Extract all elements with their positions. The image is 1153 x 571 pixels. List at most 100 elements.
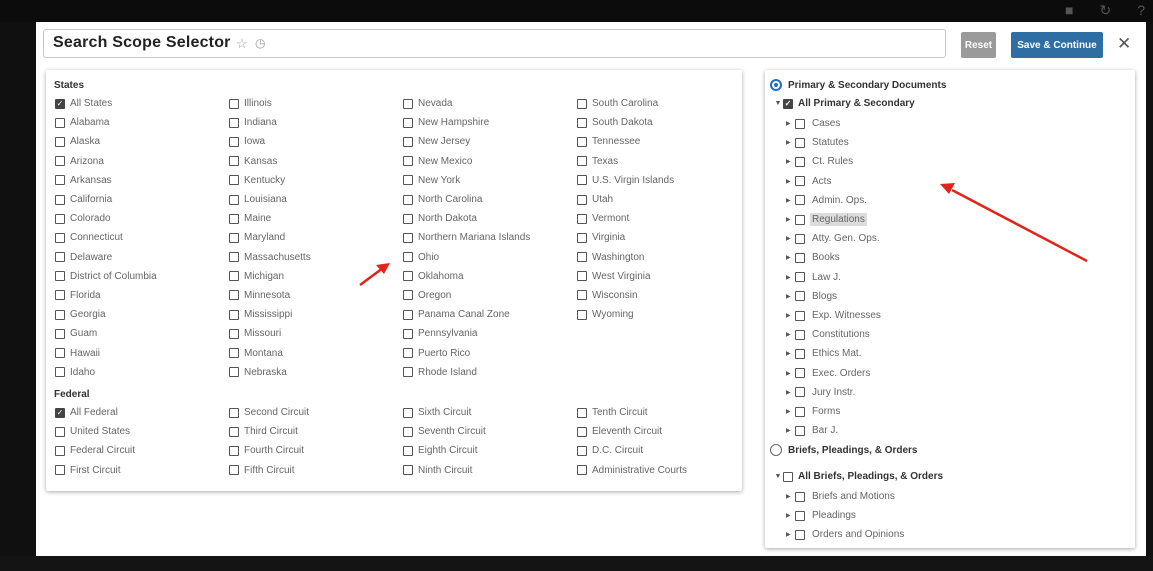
checkbox-second-circuit[interactable]: Second Circuit	[229, 403, 403, 422]
checkbox-box[interactable]	[403, 271, 413, 282]
checkbox-box[interactable]	[55, 98, 65, 109]
checkbox-box[interactable]	[577, 445, 587, 456]
tree-item-books[interactable]: ▶ Books	[786, 251, 842, 264]
checkbox-box[interactable]	[229, 117, 239, 128]
checkbox-fifth-circuit[interactable]: Fifth Circuit	[229, 461, 403, 480]
checkbox-box[interactable]	[55, 232, 65, 243]
caret-down-icon[interactable]: ▼	[773, 473, 783, 480]
checkbox-puerto-rico[interactable]: Puerto Rico	[403, 343, 577, 362]
checkbox-box[interactable]	[577, 117, 587, 128]
checkbox-box[interactable]	[55, 309, 65, 320]
checkbox-box[interactable]	[403, 98, 413, 109]
checkbox-hawaii[interactable]: Hawaii	[55, 343, 229, 362]
tree-item-regulations[interactable]: ▶ Regulations	[786, 213, 867, 226]
checkbox-box[interactable]	[577, 136, 587, 147]
checkbox-box[interactable]	[55, 367, 65, 378]
checkbox-box[interactable]	[795, 329, 805, 340]
checkbox-florida[interactable]: Florida	[55, 286, 229, 305]
radio-primary-secondary-documents[interactable]: Primary & Secondary Documents	[770, 79, 946, 91]
checkbox-box[interactable]	[795, 291, 805, 302]
tree-item-bar-j[interactable]: ▶ Bar J.	[786, 424, 840, 437]
checkbox-kentucky[interactable]: Kentucky	[229, 171, 403, 190]
checkbox-wyoming[interactable]: Wyoming	[577, 305, 751, 324]
checkbox-box[interactable]	[577, 213, 587, 224]
checkbox-box[interactable]	[229, 232, 239, 243]
checkbox-minnesota[interactable]: Minnesota	[229, 286, 403, 305]
checkbox-box[interactable]	[795, 233, 805, 244]
checkbox-box[interactable]	[229, 407, 239, 418]
checkbox-new-mexico[interactable]: New Mexico	[403, 152, 577, 171]
checkbox-northern-mariana-islands[interactable]: Northern Mariana Islands	[403, 228, 577, 247]
checkbox-box[interactable]	[229, 309, 239, 320]
checkbox-box[interactable]	[229, 445, 239, 456]
checkbox-u-s-virgin-islands[interactable]: U.S. Virgin Islands	[577, 171, 751, 190]
checkbox-box[interactable]	[55, 407, 65, 418]
checkbox-box[interactable]	[577, 98, 587, 109]
checkbox-georgia[interactable]: Georgia	[55, 305, 229, 324]
checkbox-louisiana[interactable]: Louisiana	[229, 190, 403, 209]
checkbox-tenth-circuit[interactable]: Tenth Circuit	[577, 403, 751, 422]
checkbox-box[interactable]	[795, 368, 805, 379]
history-icon[interactable]: ◷	[255, 36, 265, 50]
checkbox-box[interactable]	[577, 156, 587, 167]
checkbox-box[interactable]	[795, 387, 805, 398]
checkbox-third-circuit[interactable]: Third Circuit	[229, 422, 403, 441]
checkbox-box[interactable]	[403, 348, 413, 359]
help-icon[interactable]: ?	[1137, 2, 1145, 19]
radio-button[interactable]	[770, 79, 782, 91]
tree-item-exp-witnesses[interactable]: ▶ Exp. Witnesses	[786, 309, 883, 322]
tree-item-statutes[interactable]: ▶ Statutes	[786, 136, 851, 149]
checkbox-colorado[interactable]: Colorado	[55, 209, 229, 228]
checkbox-guam[interactable]: Guam	[55, 324, 229, 343]
checkbox-box[interactable]	[55, 213, 65, 224]
checkbox-box[interactable]	[229, 290, 239, 301]
checkbox-box[interactable]	[795, 156, 805, 167]
checkbox-box[interactable]	[55, 426, 65, 437]
checkbox-arkansas[interactable]: Arkansas	[55, 171, 229, 190]
checkbox-box[interactable]	[795, 137, 805, 148]
checkbox-alabama[interactable]: Alabama	[55, 113, 229, 132]
checkbox-box[interactable]	[229, 175, 239, 186]
caret-right-icon[interactable]: ▶	[786, 254, 795, 261]
caret-right-icon[interactable]: ▶	[786, 312, 795, 319]
caret-down-icon[interactable]: ▼	[773, 100, 783, 107]
checkbox-box[interactable]	[403, 156, 413, 167]
checkbox-north-carolina[interactable]: North Carolina	[403, 190, 577, 209]
checkbox-box[interactable]	[55, 156, 65, 167]
caret-right-icon[interactable]: ▶	[786, 427, 795, 434]
checkbox-new-york[interactable]: New York	[403, 171, 577, 190]
checkbox-south-carolina[interactable]: South Carolina	[577, 94, 751, 113]
tree-item-ct-rules[interactable]: ▶ Ct. Rules	[786, 155, 855, 168]
tree-item-pleadings[interactable]: ▶ Pleadings	[786, 509, 858, 522]
checkbox-box[interactable]	[403, 213, 413, 224]
checkbox-box[interactable]	[229, 348, 239, 359]
checkbox-box[interactable]	[229, 328, 239, 339]
save-continue-button[interactable]: Save & Continue	[1011, 32, 1103, 58]
checkbox-oklahoma[interactable]: Oklahoma	[403, 267, 577, 286]
checkbox-michigan[interactable]: Michigan	[229, 267, 403, 286]
tree-all-briefs-pleadings-orders[interactable]: ▼ All Briefs, Pleadings, & Orders	[773, 471, 944, 482]
checkbox-box[interactable]	[403, 136, 413, 147]
checkbox-district-of-columbia[interactable]: District of Columbia	[55, 267, 229, 286]
refresh-icon[interactable]: ↻	[1099, 2, 1111, 19]
checkbox-iowa[interactable]: Iowa	[229, 132, 403, 151]
caret-right-icon[interactable]: ▶	[786, 158, 795, 165]
checkbox-box[interactable]	[577, 252, 587, 263]
checkbox-box[interactable]	[795, 176, 805, 187]
checkbox-box[interactable]	[795, 214, 805, 225]
checkbox-ohio[interactable]: Ohio	[403, 248, 577, 267]
checkbox-box[interactable]	[403, 232, 413, 243]
checkbox-box[interactable]	[403, 445, 413, 456]
checkbox-box[interactable]	[795, 252, 805, 263]
checkbox-box[interactable]	[403, 175, 413, 186]
checkbox-all-federal[interactable]: All Federal	[55, 403, 229, 422]
checkbox-mississippi[interactable]: Mississippi	[229, 305, 403, 324]
checkbox-nevada[interactable]: Nevada	[403, 94, 577, 113]
tree-item-blogs[interactable]: ▶ Blogs	[786, 290, 839, 303]
checkbox-box[interactable]	[229, 465, 239, 476]
checkbox-first-circuit[interactable]: First Circuit	[55, 461, 229, 480]
checkbox-maine[interactable]: Maine	[229, 209, 403, 228]
checkbox-box[interactable]	[55, 271, 65, 282]
checkbox-united-states[interactable]: United States	[55, 422, 229, 441]
star-icon[interactable]: ☆	[236, 36, 248, 52]
